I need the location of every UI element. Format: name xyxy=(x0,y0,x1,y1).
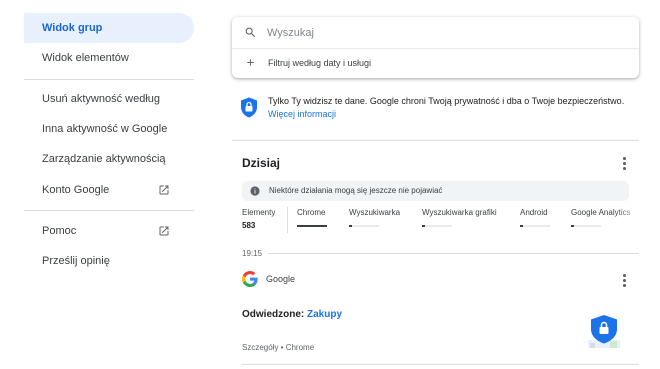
search-row xyxy=(232,17,639,48)
search-input[interactable] xyxy=(267,23,627,43)
sidebar-item-other-activity[interactable]: Inna aktywność w Google xyxy=(24,114,167,144)
sidebar-item-label: Widok elementów xyxy=(42,52,129,64)
search-card: Filtruj według daty i usługi xyxy=(232,17,639,78)
info-text: Niektóre działania mogą się jeszcze nie … xyxy=(269,186,443,195)
stats-divider xyxy=(287,207,288,233)
section-divider xyxy=(232,140,639,141)
info-icon xyxy=(250,186,260,196)
scroll-fade xyxy=(616,205,646,235)
stat-bar-fill xyxy=(422,225,425,227)
sidebar-item-google-account[interactable]: Konto Google xyxy=(24,175,194,205)
search-icon[interactable] xyxy=(244,26,257,39)
stat-bar xyxy=(520,225,550,227)
sidebar-item-label: Pomoc xyxy=(42,225,77,237)
open-in-new-icon xyxy=(159,226,169,236)
entry-details-link[interactable]: Szczegóły • Chrome xyxy=(242,343,314,352)
more-vert-icon[interactable] xyxy=(617,156,631,170)
security-illustration-icon xyxy=(588,315,620,348)
visited-prefix: Odwiedzone: xyxy=(242,309,307,320)
stat-bar-fill xyxy=(520,225,523,227)
filter-label: Filtruj według daty i usługi xyxy=(268,58,372,68)
sidebar-item-item-view[interactable]: Widok elementów xyxy=(24,43,129,73)
shield-lock-icon xyxy=(241,97,257,118)
stat-label: Wyszukiwarka grafiki xyxy=(422,208,497,217)
sidebar-item-label: Zarządzanie aktywnością xyxy=(42,153,166,165)
stat-bar-fill xyxy=(349,225,352,227)
items-count-label: Elementy xyxy=(242,208,276,217)
filter-button[interactable]: Filtruj według daty i usługi xyxy=(232,49,639,78)
sidebar-item-delete-activity[interactable]: Usuń aktywność według xyxy=(24,84,160,114)
stat-bar xyxy=(571,225,601,227)
visited-link[interactable]: Zakupy xyxy=(307,309,342,320)
items-count: Elementy 583 xyxy=(242,208,284,230)
sidebar-item-label: Usuń aktywność według xyxy=(42,93,161,105)
sidebar-divider xyxy=(24,210,194,211)
stat-chrome[interactable]: Chrome xyxy=(297,208,327,230)
time-divider xyxy=(268,253,639,254)
stat-android[interactable]: Android xyxy=(520,208,550,230)
stat-bar-fill xyxy=(297,225,327,227)
entry-divider xyxy=(242,364,639,365)
sidebar-item-label: Widok grup xyxy=(42,22,103,34)
stat-search[interactable]: Wyszukiwarka xyxy=(349,208,400,230)
sidebar-item-help[interactable]: Pomoc xyxy=(24,216,194,246)
sidebar-item-label: Prześlij opinię xyxy=(42,255,110,267)
sidebar: Widok grup Widok elementów Usuń aktywnoś… xyxy=(0,0,210,369)
plus-icon xyxy=(247,59,254,66)
stat-label: Wyszukiwarka xyxy=(349,208,401,217)
open-in-new-icon xyxy=(159,185,169,195)
section-title-today: Dzisiaj xyxy=(242,156,281,170)
entry-time: 19:15 xyxy=(242,249,263,258)
more-vert-icon[interactable] xyxy=(617,273,631,287)
google-logo-icon xyxy=(242,271,258,287)
sidebar-item-activity-controls[interactable]: Zarządzanie aktywnością xyxy=(24,144,166,174)
sidebar-divider xyxy=(24,79,194,80)
sidebar-item-label: Inna aktywność w Google xyxy=(42,123,168,135)
stat-bar xyxy=(422,225,452,227)
sidebar-item-send-feedback[interactable]: Prześlij opinię xyxy=(24,246,110,276)
info-banner: Niektóre działania mogą się jeszcze nie … xyxy=(242,181,629,201)
entry-product: Google xyxy=(266,274,296,284)
sidebar-item-group-view[interactable]: Widok grup xyxy=(24,13,194,43)
stat-image-search[interactable]: Wyszukiwarka grafiki xyxy=(422,208,497,230)
stat-bar-fill xyxy=(571,225,574,227)
sidebar-item-label: Konto Google xyxy=(42,184,110,196)
entry-title: Odwiedzone: Zakupy xyxy=(242,309,342,320)
stat-bar xyxy=(349,225,379,227)
items-count-value: 583 xyxy=(242,221,256,230)
stat-label: Chrome xyxy=(297,208,326,217)
learn-more-link[interactable]: Więcej informacji xyxy=(268,109,336,119)
stat-label: Android xyxy=(520,208,548,217)
privacy-message: Tylko Ty widzisz te dane. Google chroni … xyxy=(268,96,625,106)
stat-bar xyxy=(297,225,327,227)
